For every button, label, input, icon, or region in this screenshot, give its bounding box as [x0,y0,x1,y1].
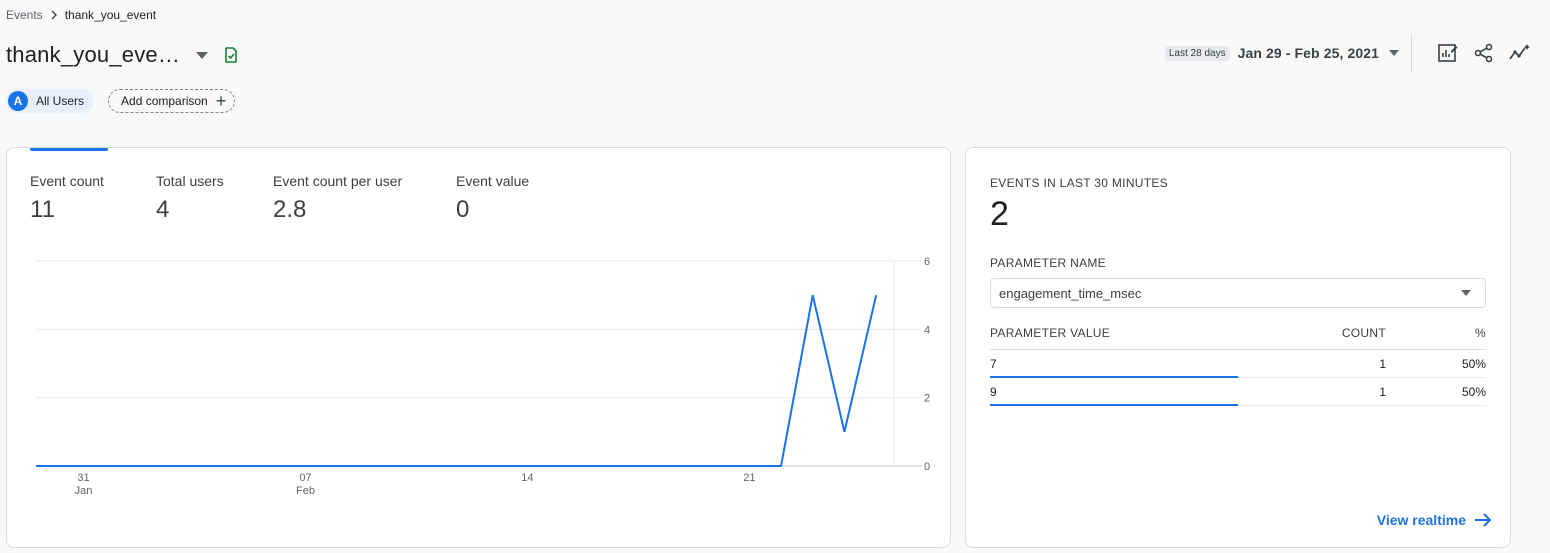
all-users-chip[interactable]: A All Users [6,89,95,113]
dropdown-arrow-icon [1461,290,1471,296]
chevron-right-icon [51,10,57,20]
arrow-right-icon [1475,513,1492,527]
breadcrumb-current: thank_you_event [64,8,157,22]
x-tick-label: 07 [299,472,311,484]
comparison-chips: A All Users Add comparison + [6,89,236,113]
parameter-name-label: PARAMETER NAME [990,256,1106,270]
parameter-table-header: PARAMETER VALUE COUNT % [990,326,1486,350]
parameter-name-value: engagement_time_msec [999,285,1142,301]
header-percent: % [1475,326,1486,340]
title-dropdown-icon[interactable] [196,51,209,59]
x-tick-sublabel: Feb [296,485,315,497]
breadcrumb-events-link[interactable]: Events [6,8,43,22]
add-comparison-label: Add comparison [121,94,208,108]
plus-icon: + [215,91,227,111]
parameter-name-select[interactable]: engagement_time_msec [990,278,1486,308]
event-metrics-card: Event count 11 Total users 4 Event count… [6,147,951,548]
breadcrumb: Events thank_you_event [6,8,156,22]
y-tick-label: 6 [924,256,930,268]
y-tick-label: 0 [924,461,930,473]
x-tick-label: 14 [521,472,533,484]
header-parameter-value: PARAMETER VALUE [990,326,1111,340]
row-count: 1 [1379,356,1386,371]
customize-report-icon[interactable] [1436,41,1460,65]
y-tick-label: 4 [924,324,930,336]
x-tick-label: 31 [77,472,89,484]
table-row[interactable]: 7 1 50% [990,350,1486,378]
row-percent: 50% [1461,384,1486,399]
date-range-picker[interactable]: Jan 29 - Feb 25, 2021 [1238,45,1379,61]
parameter-table: PARAMETER VALUE COUNT % 7 1 50% 9 1 50% [990,326,1486,406]
view-realtime-label: View realtime [1376,512,1466,528]
row-share-bar [990,404,1238,406]
share-icon[interactable] [1472,41,1496,65]
page-title: thank_you_eve… [6,42,181,67]
event-count-line-chart: 0 2 4 6 31Jan 07Feb 14 21 [35,256,930,497]
date-controls: Last 28 days Jan 29 - Feb 25, 2021 [1164,34,1532,72]
insights-icon[interactable] [1508,41,1532,65]
divider [1411,34,1412,72]
row-percent: 50% [1461,356,1486,371]
realtime-label: EVENTS IN LAST 30 MINUTES [990,176,1168,190]
row-count: 1 [1379,384,1386,399]
realtime-value: 2 [990,195,1009,233]
header-count: COUNT [1341,326,1386,340]
row-value: 7 [990,356,997,371]
y-tick-label: 2 [924,393,930,405]
chevron-down-icon[interactable] [1389,50,1399,56]
title-row: thank_you_eve… [6,42,240,68]
all-users-label: All Users [36,94,85,108]
series-line [36,294,878,467]
x-tick-label: 21 [743,472,755,484]
row-value: 9 [990,384,997,399]
view-realtime-link[interactable]: View realtime [1377,512,1492,528]
date-range-tag: Last 28 days [1164,45,1230,61]
realtime-card: EVENTS IN LAST 30 MINUTES 2 PARAMETER NA… [965,147,1511,548]
add-comparison-button[interactable]: Add comparison + [108,89,236,113]
x-tick-sublabel: Jan [75,485,93,497]
table-row[interactable]: 9 1 50% [990,378,1486,406]
verified-report-icon[interactable] [222,46,240,64]
avatar: A [8,91,28,111]
